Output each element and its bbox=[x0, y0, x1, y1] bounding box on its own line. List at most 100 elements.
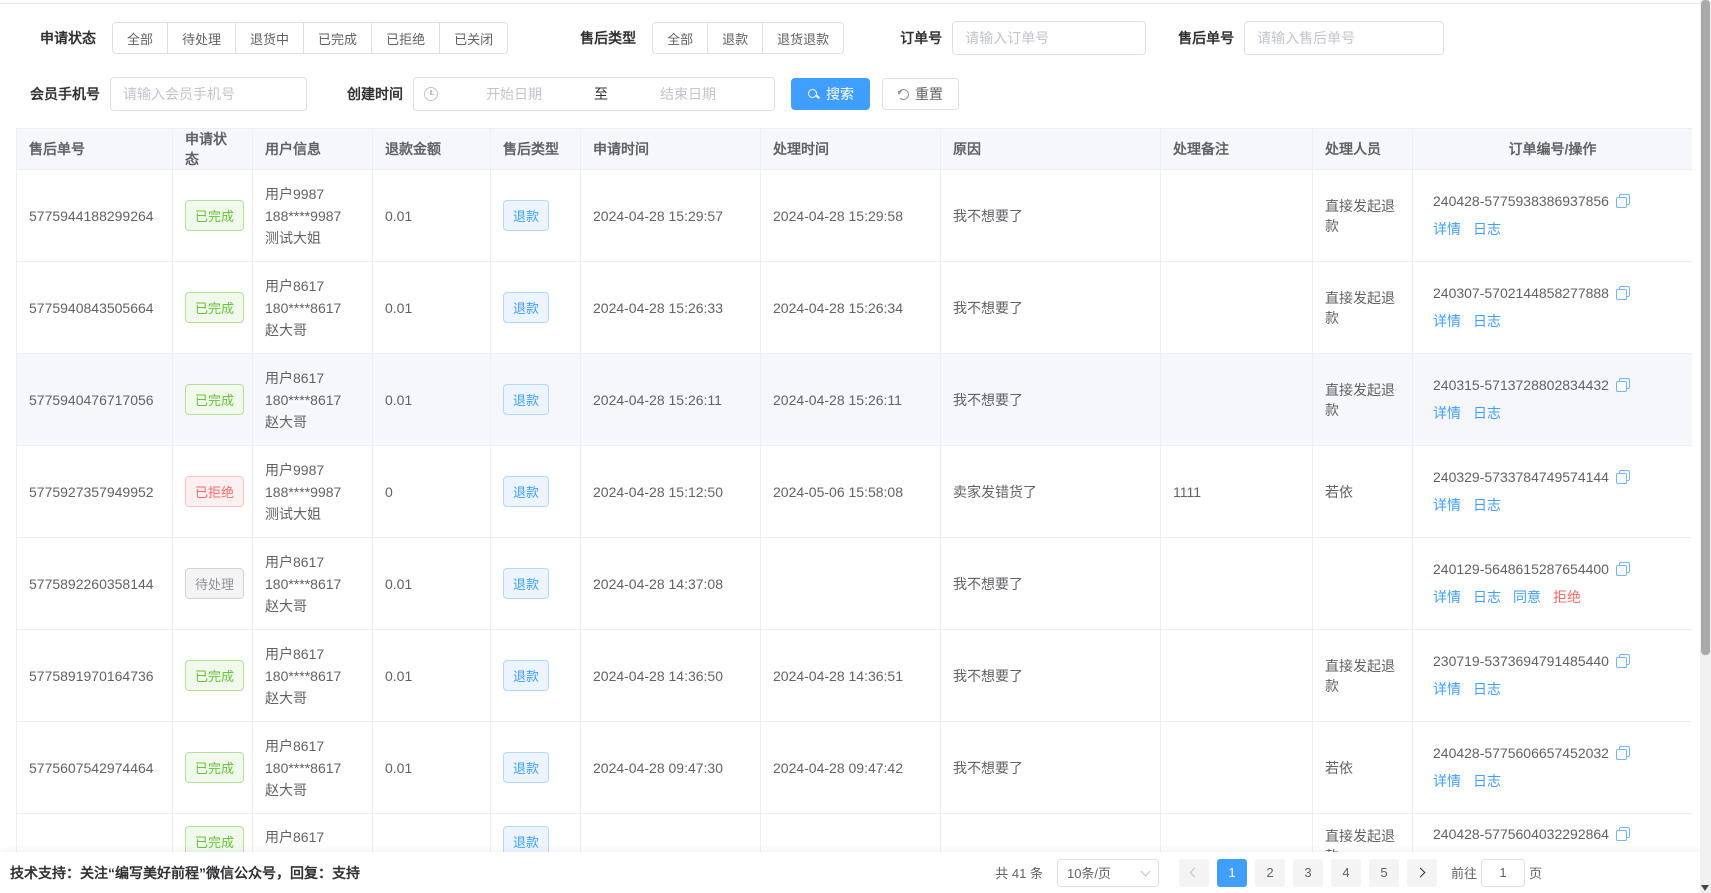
service-number: 5775940843505664 bbox=[29, 300, 154, 316]
vertical-scrollbar[interactable] bbox=[1700, 0, 1711, 893]
detail-link[interactable]: 详情 bbox=[1433, 771, 1461, 791]
col-remark: 处理备注 bbox=[1161, 129, 1313, 170]
log-link[interactable]: 日志 bbox=[1473, 495, 1501, 515]
order-number-label: 订单号 bbox=[900, 28, 942, 48]
page-button-2[interactable]: 2 bbox=[1255, 859, 1285, 887]
copy-icon[interactable] bbox=[1616, 470, 1630, 484]
jump-page-input[interactable] bbox=[1481, 859, 1525, 887]
reason-text: 我不想要了 bbox=[953, 392, 1023, 408]
type-filter-all[interactable]: 全部 bbox=[652, 22, 708, 54]
page-button-1[interactable]: 1 bbox=[1217, 859, 1247, 887]
copy-icon[interactable] bbox=[1616, 654, 1630, 668]
reset-button[interactable]: 重置 bbox=[882, 78, 959, 110]
table-row: 5775892260358144 待处理 用户8617180****8617赵大… bbox=[17, 538, 1693, 630]
type-filter-return-refund[interactable]: 退货退款 bbox=[763, 22, 844, 54]
scrollbar-thumb[interactable] bbox=[1701, 0, 1710, 655]
page-button-3[interactable]: 3 bbox=[1293, 859, 1323, 887]
user-info-line: 180****8617 bbox=[265, 573, 360, 595]
order-number: 240315-5713728802834432 bbox=[1433, 377, 1609, 393]
status-badge: 已完成 bbox=[185, 292, 244, 323]
order-number-input[interactable] bbox=[952, 21, 1146, 55]
order-number: 240428-5775604032292864 bbox=[1433, 826, 1609, 842]
detail-link[interactable]: 详情 bbox=[1433, 679, 1461, 699]
cell-type: 退款 bbox=[491, 354, 581, 446]
table-body: 5775944188299264 已完成 用户9987188****9987测试… bbox=[17, 170, 1693, 853]
log-link[interactable]: 日志 bbox=[1473, 403, 1501, 423]
detail-link[interactable]: 详情 bbox=[1433, 495, 1461, 515]
phone-input[interactable] bbox=[110, 77, 307, 111]
cell-status: 待处理 bbox=[173, 538, 253, 630]
top-divider bbox=[0, 3, 1711, 4]
reason-text: 我不想要了 bbox=[953, 760, 1023, 776]
order-number-line: 240428-5775604032292864 bbox=[1433, 826, 1680, 842]
cell-order-actions: 230719-5373694791485440 详情日志 bbox=[1413, 630, 1693, 722]
cell-refund-amount: 0.01 bbox=[373, 538, 491, 630]
col-handle-time: 处理时间 bbox=[761, 129, 941, 170]
status-filter-rejected[interactable]: 已拒绝 bbox=[372, 22, 440, 54]
cell-refund-amount: 0.01 bbox=[373, 262, 491, 354]
row-actions: 详情日志同意拒绝 bbox=[1433, 587, 1680, 607]
cell-user-info: 用户8617 bbox=[253, 814, 373, 853]
log-link[interactable]: 日志 bbox=[1473, 679, 1501, 699]
status-filter-pending[interactable]: 待处理 bbox=[168, 22, 236, 54]
detail-link[interactable]: 详情 bbox=[1433, 219, 1461, 239]
copy-icon[interactable] bbox=[1616, 194, 1630, 208]
log-link[interactable]: 日志 bbox=[1473, 219, 1501, 239]
copy-icon[interactable] bbox=[1616, 827, 1630, 841]
status-filter-returning[interactable]: 退货中 bbox=[236, 22, 304, 54]
status-badge: 已完成 bbox=[185, 384, 244, 415]
service-number-input[interactable] bbox=[1244, 21, 1444, 55]
jump-prefix: 前往 bbox=[1451, 863, 1477, 882]
cell-service-number bbox=[17, 814, 173, 853]
chevron-left-icon bbox=[1190, 868, 1200, 878]
status-filter-all[interactable]: 全部 bbox=[112, 22, 168, 54]
cell-reason: 我不想要了 bbox=[941, 722, 1161, 814]
detail-link[interactable]: 详情 bbox=[1433, 403, 1461, 423]
log-link[interactable]: 日志 bbox=[1473, 311, 1501, 331]
cell-refund-amount bbox=[373, 814, 491, 853]
end-date-placeholder[interactable]: 结束日期 bbox=[612, 84, 764, 104]
prev-page-button[interactable] bbox=[1179, 859, 1209, 887]
page-size-select[interactable]: 10条/页 bbox=[1057, 859, 1159, 887]
page-button-5[interactable]: 5 bbox=[1369, 859, 1399, 887]
cell-handle-time: 2024-04-28 15:26:34 bbox=[761, 262, 941, 354]
cell-reason: 我不想要了 bbox=[941, 630, 1161, 722]
type-filter-refund[interactable]: 退款 bbox=[708, 22, 763, 54]
jump-suffix: 页 bbox=[1529, 863, 1542, 882]
copy-icon[interactable] bbox=[1616, 378, 1630, 392]
status-filter-closed[interactable]: 已关闭 bbox=[440, 22, 508, 54]
page-button-4[interactable]: 4 bbox=[1331, 859, 1361, 887]
service-number: 5775892260358144 bbox=[29, 576, 154, 592]
service-number-label: 售后单号 bbox=[1178, 28, 1234, 48]
detail-link[interactable]: 详情 bbox=[1433, 311, 1461, 331]
cell-remark: 1111 bbox=[1161, 446, 1313, 538]
handle-time: 2024-04-28 15:29:58 bbox=[773, 208, 903, 224]
scrollbar-down-arrow[interactable] bbox=[1701, 885, 1709, 891]
total-count: 共 41 条 bbox=[995, 863, 1043, 882]
user-info-line: 赵大哥 bbox=[265, 411, 360, 433]
approve-link[interactable]: 同意 bbox=[1513, 587, 1541, 607]
created-time-range-picker[interactable]: 开始日期 至 结束日期 bbox=[413, 77, 775, 111]
copy-icon[interactable] bbox=[1616, 286, 1630, 300]
apply-time: 2024-04-28 14:36:50 bbox=[593, 668, 723, 684]
detail-link[interactable]: 详情 bbox=[1433, 587, 1461, 607]
copy-icon[interactable] bbox=[1616, 746, 1630, 760]
refund-amount: 0.01 bbox=[385, 760, 412, 776]
cell-refund-amount: 0.01 bbox=[373, 722, 491, 814]
status-filter-completed[interactable]: 已完成 bbox=[304, 22, 372, 54]
cell-user-info: 用户8617180****8617赵大哥 bbox=[253, 262, 373, 354]
reject-link[interactable]: 拒绝 bbox=[1553, 587, 1581, 607]
service-number: 5775927357949952 bbox=[29, 484, 154, 500]
log-link[interactable]: 日志 bbox=[1473, 587, 1501, 607]
search-button[interactable]: 搜索 bbox=[791, 78, 870, 110]
cell-reason bbox=[941, 814, 1161, 853]
next-page-button[interactable] bbox=[1407, 859, 1437, 887]
status-badge: 已完成 bbox=[185, 826, 244, 852]
log-link[interactable]: 日志 bbox=[1473, 771, 1501, 791]
order-number-line: 240315-5713728802834432 bbox=[1433, 377, 1680, 393]
cell-handle-time bbox=[761, 814, 941, 853]
start-date-placeholder[interactable]: 开始日期 bbox=[438, 84, 590, 104]
copy-icon[interactable] bbox=[1616, 562, 1630, 576]
type-badge: 退款 bbox=[503, 292, 549, 323]
cell-handler: 若依 bbox=[1313, 446, 1413, 538]
